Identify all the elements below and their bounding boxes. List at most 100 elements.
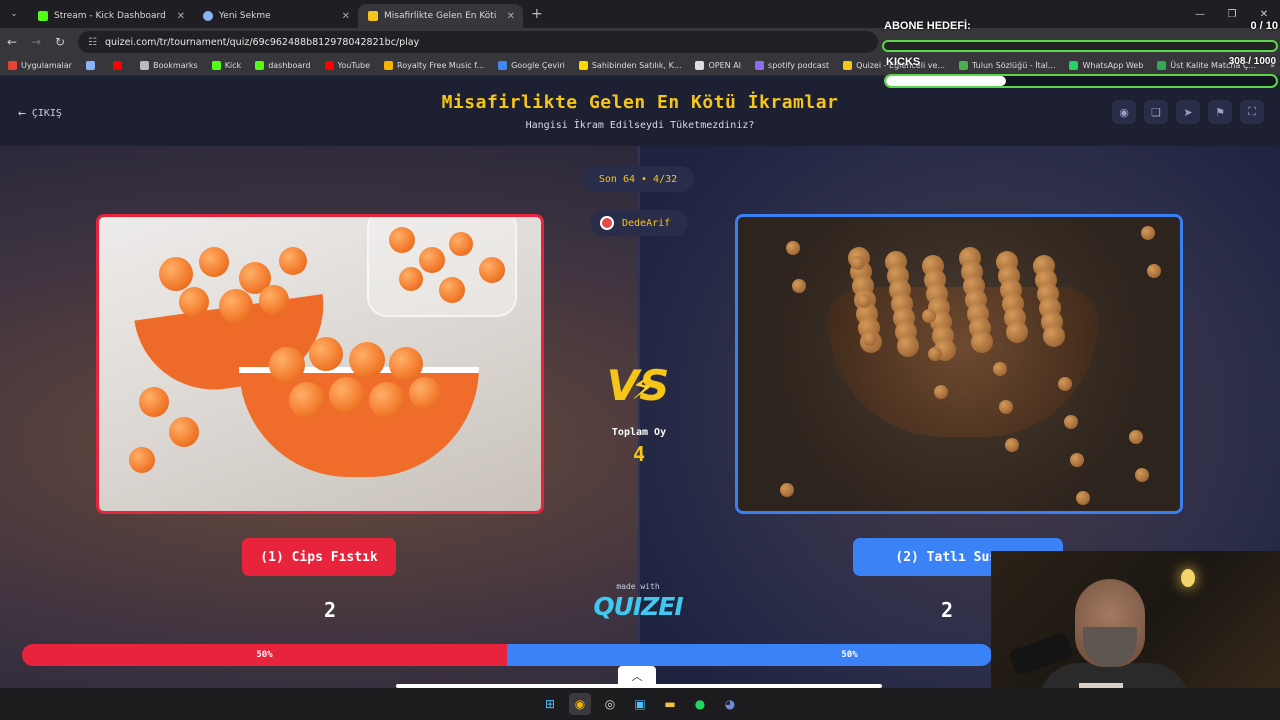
bookmark-icon	[843, 61, 853, 70]
site-info-icon[interactable]: ☷	[88, 37, 97, 48]
sesame-cluster	[928, 347, 942, 361]
bookmark-label: Uygulamalar	[21, 61, 72, 70]
url-field[interactable]: ☷ quizei.com/tr/tournament/quiz/69c96248…	[78, 31, 878, 53]
left-percent: 50%	[256, 650, 273, 660]
goal-title: ABONE HEDEFİ:	[884, 20, 971, 32]
sesame-cluster	[863, 332, 877, 346]
user-badge: DedeArif	[590, 210, 688, 236]
peanut	[439, 277, 465, 303]
bookmark-item[interactable]	[112, 61, 126, 70]
close-icon[interactable]: ✕	[507, 11, 515, 22]
goal-count: 0 / 10	[1250, 20, 1278, 32]
copy-icon[interactable]: ❏	[1144, 100, 1168, 124]
sesame-cluster	[786, 241, 800, 255]
choice-card-right[interactable]	[735, 214, 1183, 514]
forward-icon[interactable]: →	[24, 35, 48, 49]
bookmark-item[interactable]: Sahibinden Satılık, K...	[578, 61, 681, 70]
quizei-logo[interactable]: QUIZEI	[590, 592, 686, 621]
close-icon[interactable]: ✕	[342, 11, 350, 22]
peanut	[169, 417, 199, 447]
peanut	[269, 347, 305, 383]
new-tab-icon[interactable]: +	[531, 6, 543, 22]
peanut	[199, 247, 229, 277]
chrome-icon[interactable]: ◉	[569, 693, 591, 715]
peanut	[389, 227, 415, 253]
left-percent-bar: 50%	[22, 644, 507, 666]
eye-icon[interactable]: ◉	[1112, 100, 1136, 124]
bookmark-item[interactable]: spotify podcast	[755, 61, 829, 70]
sesame-cluster	[999, 400, 1013, 414]
tab-new-tab[interactable]: Yeni Sekme ✕	[193, 4, 358, 28]
bookmark-label: YouTube	[337, 61, 371, 70]
windows-icon[interactable]: ⊞	[539, 693, 561, 715]
bookmark-item[interactable]: OPEN AI	[695, 61, 741, 70]
tab-search-icon[interactable]: ⌄	[0, 9, 28, 19]
bookmark-item[interactable]: Royalty Free Music f...	[384, 61, 484, 70]
bookmark-label: spotify podcast	[768, 61, 830, 70]
choice-card-left[interactable]	[96, 214, 544, 514]
peanut	[139, 387, 169, 417]
tatli-susamli-image	[738, 217, 1180, 511]
tab-quizei[interactable]: Misafirlikte Gelen En Kötü İkram ✕	[358, 4, 523, 28]
sesame-cluster	[1043, 325, 1065, 347]
reload-icon[interactable]: ↻	[48, 35, 72, 49]
close-icon[interactable]: ✕	[177, 11, 185, 22]
bookmark-item[interactable]: Kick	[211, 61, 241, 70]
obs-icon[interactable]: ◎	[599, 693, 621, 715]
sesame-cluster	[922, 309, 936, 323]
bookmark-item[interactable]: dashboard	[255, 61, 311, 70]
bookmark-icon	[695, 61, 705, 70]
folder-icon[interactable]: ▬	[659, 693, 681, 715]
total-votes-value: 4	[632, 442, 646, 466]
lamp	[1181, 569, 1195, 587]
peanut	[129, 447, 155, 473]
kicks-progress-bar	[884, 74, 1278, 88]
sesame-cluster	[792, 279, 806, 293]
bookmark-icon	[85, 61, 95, 70]
spotify-icon[interactable]: ●	[689, 693, 711, 715]
choice-button-left[interactable]: (1) Cips Fıstık	[242, 538, 396, 576]
sesame-cluster	[780, 483, 794, 497]
round-badge: Son 64 • 4/32	[582, 166, 694, 192]
stream-goal-overlay: ABONE HEDEFİ: 0 / 10 KICKS 308 / 1000	[880, 18, 1280, 90]
bookmark-icon	[211, 61, 221, 70]
votes-right: 2	[940, 598, 954, 622]
sesame-cluster	[1076, 491, 1090, 505]
lightning-icon: ⚡	[631, 368, 655, 408]
sesame-cluster	[851, 256, 865, 270]
tab-label: Misafirlikte Gelen En Kötü İkram	[384, 11, 496, 21]
kicks-progress-fill	[886, 76, 1007, 86]
bookmark-label: Google Çeviri	[511, 61, 565, 70]
bookmark-item[interactable]: Bookmarks	[139, 61, 198, 70]
peanut	[389, 347, 423, 381]
bookmark-icon	[8, 61, 17, 70]
bookmark-icon	[255, 61, 265, 70]
peanut	[309, 337, 343, 371]
back-icon[interactable]: ←	[0, 35, 24, 49]
bookmark-icon	[384, 61, 394, 70]
send-icon[interactable]: ➤	[1176, 100, 1200, 124]
bookmark-item[interactable]: Uygulamalar	[8, 61, 72, 70]
peanut	[479, 257, 505, 283]
fullscreen-icon[interactable]: ⛶	[1240, 100, 1264, 124]
username: DedeArif	[622, 217, 671, 229]
bookmark-icon	[139, 61, 149, 70]
bookmark-icon	[324, 61, 334, 70]
peanut	[329, 377, 365, 413]
store-icon[interactable]: ▣	[629, 693, 651, 715]
peanut	[259, 285, 289, 315]
bookmark-item[interactable]: Google Çeviri	[498, 61, 565, 70]
avatar	[600, 216, 614, 230]
right-percent-bar: 50%	[507, 644, 992, 666]
peanut	[419, 247, 445, 273]
quiz-tools: ◉ ❏ ➤ ⚑ ⛶	[1104, 100, 1264, 124]
bookmark-item[interactable]	[85, 61, 99, 70]
quiz-title: Misafirlikte Gelen En Kötü İkramlar	[441, 92, 839, 113]
discord-icon[interactable]: ◕	[719, 693, 741, 715]
tab-kick-dashboard[interactable]: Stream - Kick Dashboard ✕	[28, 4, 193, 28]
bookmark-item[interactable]: YouTube	[324, 61, 371, 70]
bookmark-label: dashboard	[268, 61, 311, 70]
sesame-cluster	[1135, 468, 1149, 482]
flag-icon[interactable]: ⚑	[1208, 100, 1232, 124]
bookmark-label: OPEN AI	[708, 61, 742, 70]
